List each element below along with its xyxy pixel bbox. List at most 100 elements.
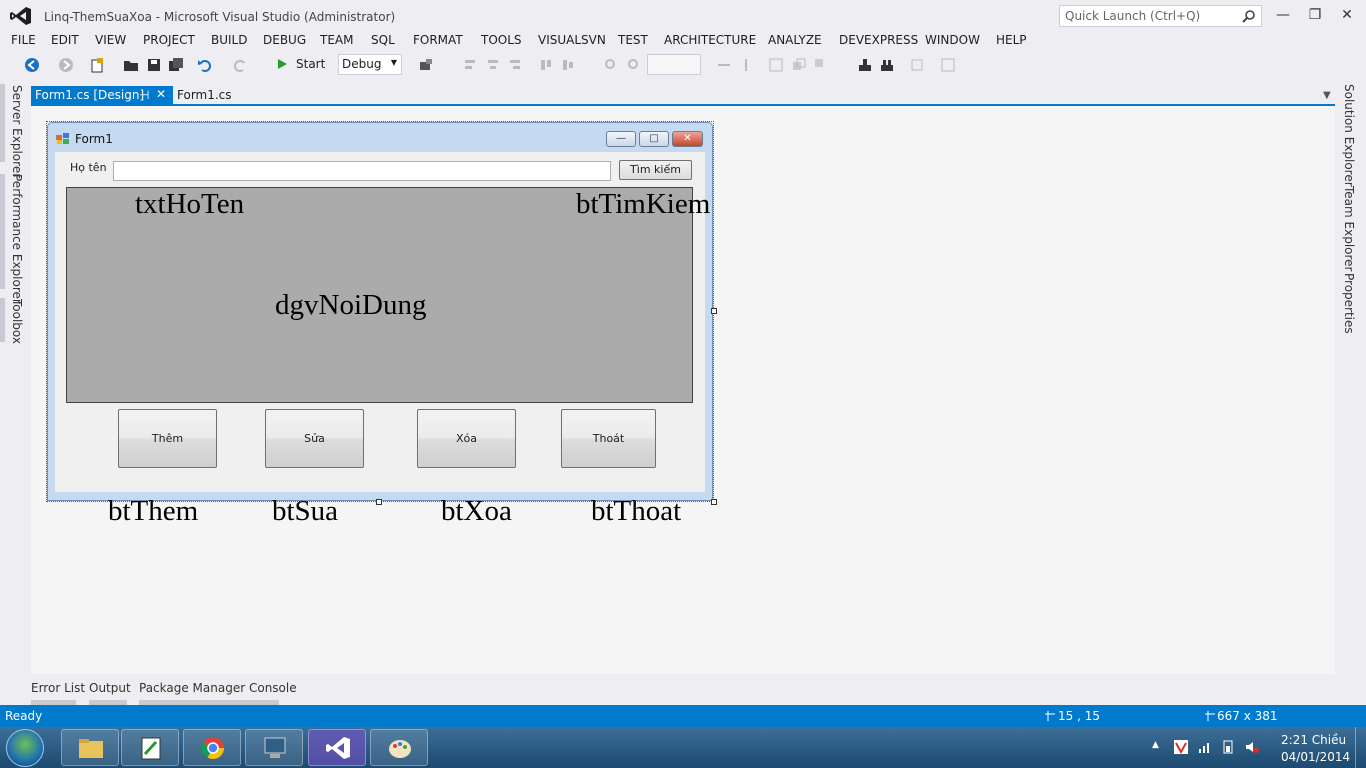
align-middle-icon[interactable] — [560, 57, 576, 73]
form-close-icon[interactable]: ✕ — [672, 131, 703, 147]
new-project-icon[interactable] — [90, 57, 106, 73]
taskbar-notepad[interactable] — [121, 729, 179, 766]
antivirus-icon[interactable] — [1174, 740, 1188, 754]
size-icon — [1205, 711, 1215, 721]
menu-edit[interactable]: EDIT — [51, 33, 79, 47]
menu-sql[interactable]: SQL — [371, 33, 395, 47]
navigate-back-icon[interactable] — [24, 57, 40, 73]
annotation-dgvnoidung: dgvNoiDung — [275, 289, 427, 321]
tab-overflow-icon[interactable]: ▼ — [1323, 90, 1331, 101]
menu-window[interactable]: WINDOW — [925, 33, 980, 47]
power-icon[interactable] — [1221, 740, 1235, 754]
zoom-in-icon[interactable] — [603, 57, 619, 73]
format-icon[interactable] — [909, 57, 925, 73]
show-hidden-icons-icon[interactable]: ▲ — [1152, 740, 1166, 754]
menu-view[interactable]: VIEW — [95, 33, 126, 47]
redo-icon[interactable] — [232, 57, 248, 73]
menu-devexpress[interactable]: DEVEXPRESS — [839, 33, 918, 47]
form-minimize-icon[interactable]: — — [606, 131, 636, 147]
windows-start-button[interactable] — [6, 729, 44, 767]
status-position: 15 , 15 — [1058, 709, 1100, 723]
menu-test[interactable]: TEST — [618, 33, 648, 47]
align-top-icon[interactable] — [538, 57, 554, 73]
solution-configuration-dropdown[interactable]: Debug ▼ — [338, 54, 402, 75]
more-commands-icon[interactable] — [940, 57, 956, 73]
hoten-textbox[interactable] — [113, 161, 611, 181]
minimize-button[interactable]: — — [1268, 4, 1298, 26]
menu-build[interactable]: BUILD — [211, 33, 247, 47]
close-button[interactable]: ✕ — [1332, 4, 1362, 26]
attach-process-icon[interactable] — [418, 57, 434, 73]
computer-icon — [264, 737, 286, 758]
align-center-icon[interactable] — [485, 57, 501, 73]
same-height-icon[interactable] — [738, 57, 754, 73]
tab-form1-code[interactable]: Form1.cs — [177, 88, 232, 102]
search-button[interactable]: Tìm kiếm — [619, 160, 692, 180]
menu-help[interactable]: HELP — [996, 33, 1027, 47]
quick-launch-input[interactable]: Quick Launch (Ctrl+Q) — [1059, 5, 1262, 27]
save-icon[interactable] — [146, 57, 162, 73]
menu-tools[interactable]: TOOLS — [481, 33, 522, 47]
taskbar-chrome[interactable] — [183, 729, 241, 766]
menu-architecture[interactable]: ARCHITECTURE — [664, 33, 756, 47]
output-tab[interactable]: Output — [89, 681, 131, 695]
tab-order-icon[interactable] — [857, 57, 873, 73]
annotation-txthoten: txtHoTen — [135, 188, 245, 220]
menu-format[interactable]: FORMAT — [413, 33, 463, 47]
tab-form1-design[interactable]: Form1.cs [Design] ⊣ ✕ — [31, 86, 173, 104]
close-tab-icon[interactable]: ✕ — [156, 87, 166, 101]
menu-debug[interactable]: DEBUG — [263, 33, 306, 47]
resize-handle-bottom[interactable] — [376, 499, 382, 505]
send-back-icon[interactable] — [813, 57, 829, 73]
network-icon[interactable] — [1198, 740, 1212, 754]
taskbar-explorer[interactable] — [61, 729, 119, 766]
save-all-icon[interactable] — [168, 57, 184, 73]
edit-button[interactable]: Sửa — [265, 409, 364, 468]
taskbar-paint[interactable] — [370, 729, 428, 766]
zoom-out-icon[interactable] — [626, 57, 642, 73]
open-file-icon[interactable] — [123, 57, 139, 73]
taskbar-visual-studio[interactable] — [308, 729, 366, 766]
add-button[interactable]: Thêm — [118, 409, 217, 468]
document-tab-strip: Form1.cs [Design] ⊣ ✕ Form1.cs ▼ — [31, 86, 1335, 106]
pin-icon[interactable]: ⊣ — [139, 88, 149, 102]
clock-time[interactable]: 2:21 Chiều — [1281, 733, 1346, 747]
clock-date[interactable]: 04/01/2014 — [1281, 750, 1350, 764]
annotation-btsua: btSua — [272, 495, 339, 527]
toolbox-tab[interactable]: Toolbox — [10, 299, 24, 344]
server-explorer-tab[interactable]: Server Explorer — [10, 85, 24, 178]
zoom-dropdown[interactable] — [647, 54, 701, 75]
navigate-forward-icon[interactable] — [58, 57, 74, 73]
volume-muted-icon[interactable] — [1245, 740, 1259, 754]
properties-tab[interactable]: Properties — [1342, 273, 1356, 334]
menu-visualsvn[interactable]: VISUALSVN — [538, 33, 606, 47]
grid-icon[interactable] — [768, 57, 784, 73]
same-width-icon[interactable] — [716, 57, 732, 73]
solution-explorer-tab[interactable]: Solution Explorer — [1342, 84, 1356, 187]
bring-front-icon[interactable] — [791, 57, 807, 73]
delete-button[interactable]: Xóa — [417, 409, 516, 468]
menu-project[interactable]: PROJECT — [143, 33, 195, 47]
lock-controls-icon[interactable] — [879, 57, 895, 73]
team-explorer-tab[interactable]: Team Explorer — [1342, 186, 1356, 272]
restore-button[interactable]: ❐ — [1300, 4, 1330, 26]
menu-analyze[interactable]: ANALYZE — [768, 33, 822, 47]
annotation-btthem: btThem — [108, 495, 199, 527]
resize-handle-corner[interactable] — [711, 499, 717, 505]
menu-file[interactable]: FILE — [11, 33, 36, 47]
taskbar-computer[interactable] — [245, 729, 303, 766]
status-text: Ready — [5, 709, 43, 723]
exit-button[interactable]: Thoát — [561, 409, 656, 468]
align-left-icon[interactable] — [462, 57, 478, 73]
error-list-tab[interactable]: Error List — [31, 681, 85, 695]
hoten-label: Họ tên — [70, 161, 107, 174]
resize-handle-right[interactable] — [711, 308, 717, 314]
undo-icon[interactable] — [197, 57, 213, 73]
show-desktop-button[interactable] — [1355, 727, 1366, 768]
align-right-icon[interactable] — [507, 57, 523, 73]
performance-explorer-tab[interactable]: Performance Explorer — [10, 174, 24, 304]
form-maximize-icon[interactable]: □ — [639, 131, 669, 147]
package-manager-console-tab[interactable]: Package Manager Console — [139, 681, 297, 695]
performance-explorer-indicator — [0, 174, 5, 289]
menu-team[interactable]: TEAM — [320, 33, 353, 47]
